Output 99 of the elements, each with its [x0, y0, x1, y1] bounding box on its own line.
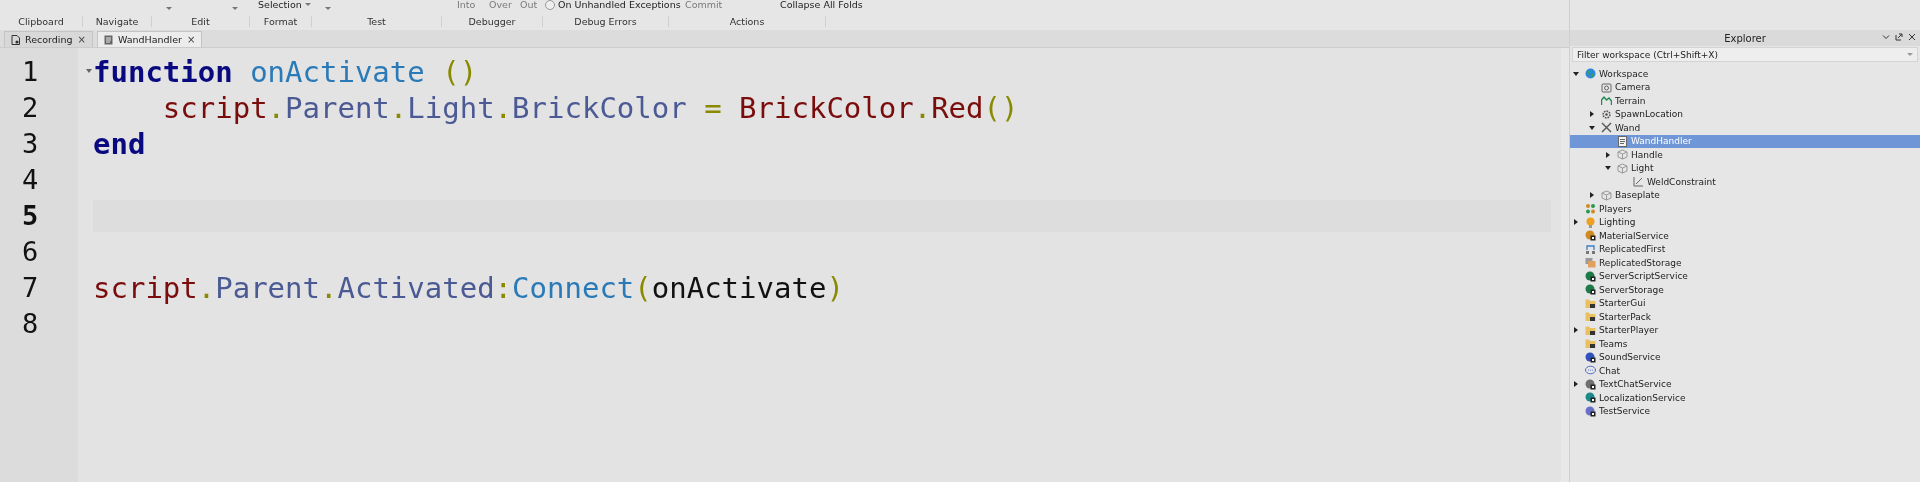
collapsed-arrow-icon[interactable]	[1573, 327, 1579, 334]
collapsed-arrow-icon[interactable]	[1573, 219, 1579, 226]
cube-icon	[1617, 162, 1628, 174]
tree-item[interactable]: TextChatService	[1570, 377, 1920, 391]
group-label: Clipboard	[0, 15, 83, 27]
camera-icon	[1601, 81, 1612, 93]
tree-item[interactable]: ReplicatedFirst	[1570, 242, 1920, 256]
radio-button[interactable]	[545, 0, 555, 10]
code-line: function onActivate ()	[93, 55, 478, 89]
selection-dropdown[interactable]: Selection	[258, 0, 311, 10]
collapsed-arrow-icon[interactable]	[1589, 111, 1595, 118]
service-icon	[1585, 284, 1596, 296]
tree-item[interactable]: SpawnLocation	[1570, 107, 1920, 121]
close-icon[interactable]	[1908, 33, 1916, 41]
collapsed-arrow-icon[interactable]	[1589, 192, 1595, 199]
group-label: Format	[250, 15, 312, 27]
code-line: script.Parent.Activated:Connect(onActivate)	[93, 271, 844, 305]
tree-item[interactable]: MaterialService	[1570, 229, 1920, 243]
cube-icon	[1617, 149, 1628, 161]
line-number: 5	[22, 200, 39, 231]
panel-title: Explorer	[1724, 32, 1766, 44]
line-number: 7	[22, 272, 39, 303]
chevron-down-icon[interactable]	[1882, 33, 1890, 41]
editor-tab[interactable]: Recording ×	[4, 31, 93, 47]
caret-icon[interactable]	[325, 7, 331, 10]
script-icon	[103, 34, 113, 45]
group-label: Debugger	[442, 15, 543, 27]
tree-item[interactable]: Baseplate	[1570, 188, 1920, 202]
mountain-icon	[1601, 95, 1612, 107]
service-icon	[1585, 405, 1596, 417]
service-icon	[1585, 392, 1596, 404]
tree-item[interactable]: Teams	[1570, 337, 1920, 351]
tree-item[interactable]: ServerStorage	[1570, 283, 1920, 297]
filter-field[interactable]: Filter workspace (Ctrl+Shift+X)	[1572, 47, 1918, 62]
expanded-arrow-icon[interactable]	[1605, 165, 1611, 172]
line-number: 3	[22, 128, 39, 159]
gear-icon	[1601, 108, 1612, 120]
line-number: 2	[22, 92, 39, 123]
tree-item[interactable]: LocalizationService	[1570, 391, 1920, 405]
tree-item[interactable]: TestService	[1570, 404, 1920, 418]
line-number: 8	[22, 308, 39, 339]
globe-icon	[1585, 68, 1596, 80]
tree-item[interactable]: StarterPack	[1570, 310, 1920, 324]
tree-item[interactable]: Workspace	[1570, 67, 1920, 81]
editor-tab[interactable]: WandHandler ×	[96, 31, 203, 47]
storage-icon	[1585, 257, 1596, 269]
close-icon[interactable]: ×	[187, 34, 196, 45]
caret-icon[interactable]	[232, 7, 238, 10]
group-label: Debug Errors	[543, 15, 669, 27]
script-icon	[1617, 135, 1628, 147]
chat-bubble-icon	[1585, 365, 1596, 377]
collapsed-arrow-icon[interactable]	[1605, 151, 1611, 158]
weld-icon	[1633, 176, 1644, 188]
group-label: Edit	[152, 15, 250, 27]
tree-item[interactable]: Lighting	[1570, 215, 1920, 229]
collapsed-arrow-icon[interactable]	[1573, 381, 1579, 388]
tree-item[interactable]: ServerScriptService	[1570, 269, 1920, 283]
service-icon	[1585, 230, 1596, 242]
people-icon	[1585, 203, 1596, 215]
line-number: 4	[22, 164, 39, 195]
tree-item[interactable]: Terrain	[1570, 94, 1920, 108]
tree-item[interactable]: Chat	[1570, 364, 1920, 378]
tree-item[interactable]: ReplicatedStorage	[1570, 256, 1920, 270]
document-icon	[11, 34, 20, 45]
close-icon[interactable]: ×	[77, 34, 86, 45]
ribbon-button[interactable]: Collapse All Folds	[780, 0, 863, 10]
tree-item[interactable]: SoundService	[1570, 350, 1920, 364]
service-icon	[1585, 270, 1596, 282]
folder-icon	[1585, 311, 1596, 323]
group-label: Test	[312, 15, 442, 27]
undock-icon[interactable]	[1895, 33, 1903, 41]
tree-item[interactable]: Camera	[1570, 80, 1920, 94]
tree-item[interactable]: Handle	[1570, 148, 1920, 162]
radio-label: On Unhandled Exceptions	[558, 0, 681, 10]
replicate-icon	[1585, 243, 1596, 255]
folder-icon	[1585, 324, 1596, 336]
caret-icon[interactable]	[166, 7, 172, 10]
code-line: end	[93, 127, 146, 161]
line-number: 1	[22, 56, 39, 87]
folder-icon	[1585, 297, 1596, 309]
group-label: Actions	[669, 15, 826, 27]
cube-icon	[1601, 189, 1612, 201]
tree-item[interactable]: WeldConstraint	[1570, 175, 1920, 189]
tree-item[interactable]: Light	[1570, 161, 1920, 175]
folder-icon	[1585, 338, 1596, 350]
light-bulb-icon	[1585, 216, 1596, 228]
tools-icon	[1601, 122, 1612, 134]
line-number: 6	[22, 236, 39, 267]
expanded-arrow-icon[interactable]	[1589, 124, 1595, 131]
code-line: script.Parent.Light.BrickColor = BrickColor.Red()	[162, 91, 1019, 125]
tree-item[interactable]: StarterGui	[1570, 296, 1920, 310]
tree-item[interactable]: StarterPlayer	[1570, 323, 1920, 337]
tree-item[interactable]: Players	[1570, 202, 1920, 216]
service-icon	[1585, 378, 1596, 390]
fold-arrow-icon[interactable]	[86, 69, 92, 73]
service-icon	[1585, 351, 1596, 363]
tree-item[interactable]: Wand	[1570, 121, 1920, 135]
group-label: Navigate	[83, 15, 152, 27]
expanded-arrow-icon[interactable]	[1573, 70, 1579, 77]
